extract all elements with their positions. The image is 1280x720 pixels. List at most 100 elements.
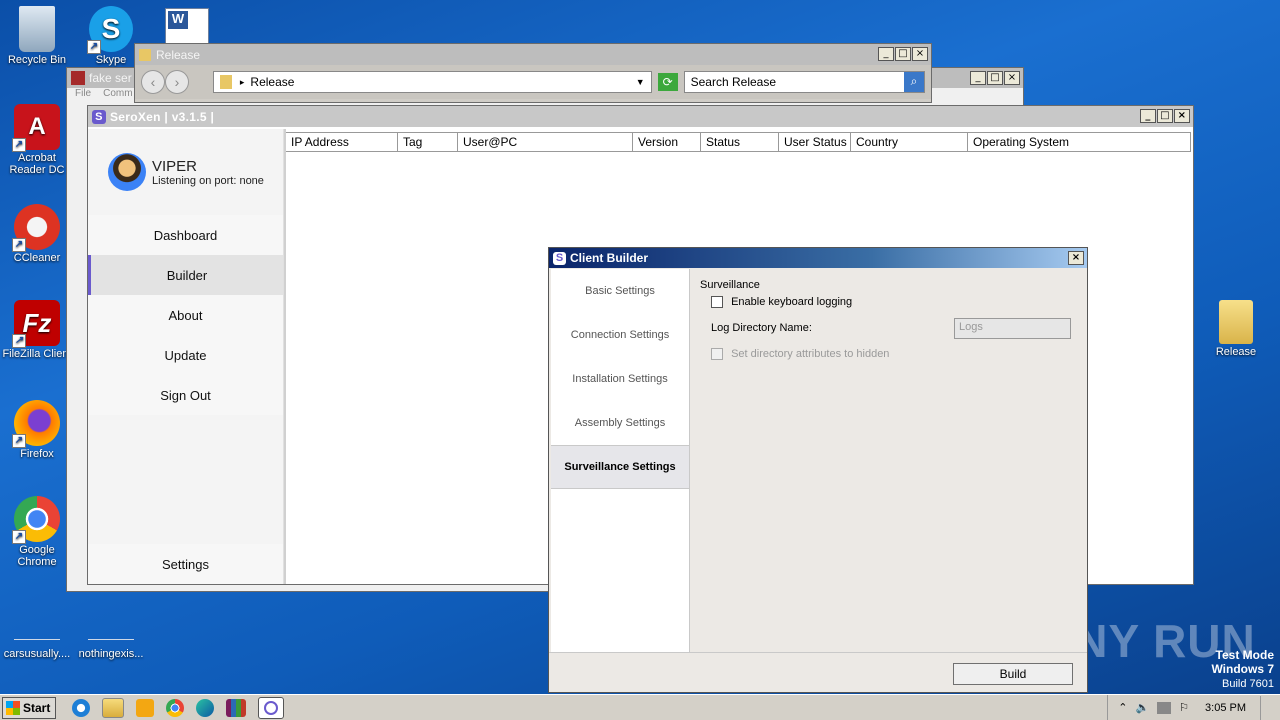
close-button[interactable]: × (1004, 71, 1020, 85)
clients-table-header: IP Address Tag User@PC Version Status Us… (286, 132, 1191, 152)
tab-label: Installation Settings (572, 373, 668, 385)
clock[interactable]: 3:05 PM (1205, 702, 1246, 714)
maximize-button[interactable]: □ (987, 71, 1003, 85)
explorer-icon[interactable] (102, 697, 124, 718)
chrome-icon: ↗ (12, 496, 60, 544)
action-center-flag-icon[interactable]: ⚐ (1179, 701, 1189, 714)
edge-icon[interactable] (196, 698, 214, 717)
window-title: Release (156, 47, 201, 62)
chevron-down-icon[interactable]: ▼ (636, 77, 645, 87)
tab-label: Basic Settings (585, 285, 655, 297)
column-status[interactable]: Status (701, 132, 779, 151)
window-title: fake ser (89, 71, 132, 85)
start-label: Start (23, 700, 51, 715)
search-icon[interactable]: ⌕ (903, 72, 924, 92)
winrar-icon[interactable] (226, 698, 246, 717)
listening-status: Listening on port: none (152, 174, 264, 187)
filezilla-shortcut[interactable]: Fz ↗ FileZilla Client (0, 300, 74, 360)
start-button[interactable]: Start (2, 696, 56, 719)
chrome-shortcut[interactable]: ↗ Google Chrome (0, 496, 74, 568)
column-user-status[interactable]: User Status (779, 132, 851, 151)
word-icon: W (168, 11, 188, 29)
hidden-attr-checkbox-row[interactable]: Set directory attributes to hidden (711, 348, 890, 361)
menu-file[interactable]: File (75, 88, 91, 102)
column-operating-system[interactable]: Operating System (968, 132, 1191, 151)
client-builder-dialog[interactable]: S Client Builder × Basic Settings Connec… (548, 247, 1088, 693)
search-placeholder: Search Release (690, 75, 777, 89)
maximize-button[interactable]: □ (895, 47, 911, 61)
explorer-window[interactable]: Release _ □ × ‹ › ▸ Release ▼ ⟳ Search R… (134, 43, 932, 103)
word-document-icon[interactable]: W (165, 8, 209, 46)
ie-icon[interactable] (72, 698, 90, 717)
close-button[interactable]: × (1068, 251, 1084, 265)
minimize-button[interactable]: _ (878, 47, 894, 61)
acrobat-icon: A ↗ (12, 104, 60, 152)
back-icon[interactable]: ‹ (141, 70, 165, 94)
app-icon (71, 71, 85, 85)
column-country[interactable]: Country (851, 132, 968, 151)
hidden-attr-label: Set directory attributes to hidden (731, 348, 890, 360)
keylog-checkbox-row[interactable]: Enable keyboard logging (711, 296, 852, 309)
dialog-footer: Build (549, 652, 1087, 692)
tab-surveillance-settings[interactable]: Surveillance Settings (551, 445, 689, 489)
search-input[interactable]: Search Release ⌕ (683, 71, 925, 93)
seroxen-taskbar-icon[interactable] (258, 696, 284, 719)
recycle-bin-shortcut[interactable]: Recycle Bin (0, 6, 74, 66)
close-button[interactable]: × (1174, 109, 1190, 123)
forward-icon[interactable]: › (164, 70, 189, 94)
minimize-button[interactable]: _ (970, 71, 986, 85)
maximize-button[interactable]: □ (1157, 109, 1173, 123)
build-button[interactable]: Build (953, 663, 1073, 685)
column-version[interactable]: Version (633, 132, 701, 151)
acrobat-shortcut[interactable]: A ↗ Acrobat Reader DC (0, 104, 74, 176)
nav-settings[interactable]: Settings (88, 544, 283, 584)
column-user-pc[interactable]: User@PC (458, 132, 633, 151)
nav-builder[interactable]: Builder (88, 255, 283, 295)
address-text: Release (250, 75, 295, 89)
section-heading: Surveillance (700, 279, 760, 291)
tab-connection-settings[interactable]: Connection Settings (551, 313, 689, 357)
file-nothingexis[interactable]: nothingexis... (74, 620, 148, 660)
menu-comm[interactable]: Comm (103, 88, 132, 102)
keylog-checkbox[interactable] (711, 296, 723, 309)
volume-icon[interactable]: 🔈 (1135, 701, 1149, 714)
firefox-shortcut[interactable]: ↗ Firefox (0, 400, 74, 460)
desktop-icon-label: Recycle Bin (7, 54, 67, 66)
seroxen-logo-icon (264, 700, 278, 715)
tab-basic-settings[interactable]: Basic Settings (551, 269, 689, 313)
show-hidden-icons[interactable]: ⌃ (1118, 701, 1127, 714)
chrome-icon[interactable] (166, 698, 184, 717)
desktop-icon-label: FileZilla Client (2, 348, 72, 360)
build-label: Build 7601 (1222, 678, 1274, 690)
test-mode-label: Test Mode (1215, 648, 1274, 662)
minimize-button[interactable]: _ (1140, 109, 1156, 123)
nav-update[interactable]: Update (88, 335, 283, 375)
seroxen-logo-icon: S (553, 251, 566, 265)
network-icon[interactable] (1157, 701, 1172, 714)
column-tag[interactable]: Tag (398, 132, 458, 151)
client-builder-titlebar[interactable]: S Client Builder × (549, 248, 1087, 268)
file-carsusually[interactable]: carsusually.... (0, 620, 74, 660)
close-button[interactable]: × (912, 47, 928, 61)
desktop-icon-label: Release (1215, 346, 1257, 358)
folder-icon (219, 75, 232, 89)
build-label: Build (999, 667, 1027, 681)
seroxen-titlebar[interactable]: S SeroXen | v3.1.5 | _ □ × (88, 106, 1193, 127)
nav-sign-out[interactable]: Sign Out (88, 375, 283, 415)
show-desktop-button[interactable] (1260, 695, 1270, 720)
tab-label: Surveillance Settings (564, 461, 676, 473)
release-folder-shortcut[interactable]: Release (1199, 300, 1273, 358)
tab-assembly-settings[interactable]: Assembly Settings (551, 401, 689, 445)
address-bar[interactable]: ▸ Release ▼ (212, 71, 652, 93)
logdir-input[interactable]: Logs (954, 318, 1071, 339)
tab-installation-settings[interactable]: Installation Settings (551, 357, 689, 401)
nav-dashboard[interactable]: Dashboard (88, 215, 283, 255)
nav-label: Sign Out (160, 387, 211, 403)
refresh-icon[interactable]: ⟳ (657, 73, 678, 91)
ccleaner-shortcut[interactable]: ↗ CCleaner (0, 204, 74, 264)
hidden-attr-checkbox[interactable] (711, 348, 723, 361)
column-ip-address[interactable]: IP Address (286, 132, 398, 151)
media-player-icon[interactable] (136, 698, 154, 717)
explorer-titlebar[interactable]: Release _ □ × (135, 44, 931, 65)
nav-about[interactable]: About (88, 295, 283, 335)
